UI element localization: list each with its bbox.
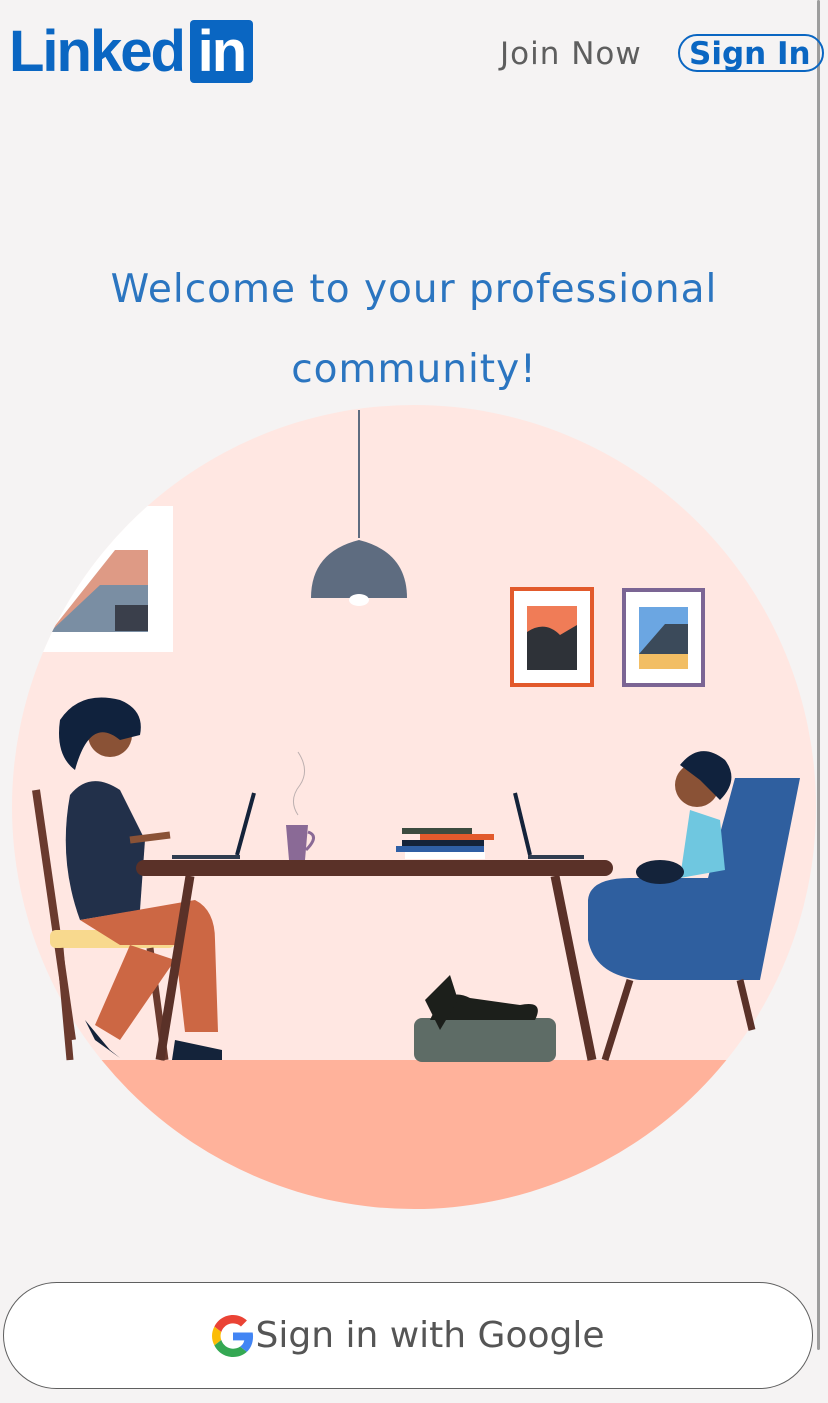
google-g-icon bbox=[211, 1314, 253, 1357]
google-button-label: Sign in with Google bbox=[255, 1315, 605, 1356]
logo-wordmark: Linked bbox=[9, 19, 186, 84]
sign-in-button[interactable]: Sign In bbox=[678, 34, 824, 72]
welcome-headline: Welcome to your professional community! bbox=[0, 250, 828, 410]
picture-frame-orange bbox=[510, 587, 594, 687]
top-navigation: Linked in Join Now Sign In bbox=[0, 0, 828, 110]
logo-in-box: in bbox=[189, 20, 253, 83]
hero-illustration bbox=[12, 405, 816, 1209]
picture-frame-purple bbox=[622, 588, 705, 687]
sign-in-with-google-button[interactable]: Sign in with Google bbox=[3, 1282, 813, 1389]
floor bbox=[12, 1060, 816, 1209]
linkedin-logo[interactable]: Linked in bbox=[9, 20, 253, 83]
join-now-link[interactable]: Join Now bbox=[500, 36, 642, 72]
welcome-line-2: community! bbox=[291, 347, 537, 392]
welcome-line-1: Welcome to your professional bbox=[110, 267, 718, 312]
wall-art-left bbox=[30, 506, 173, 652]
